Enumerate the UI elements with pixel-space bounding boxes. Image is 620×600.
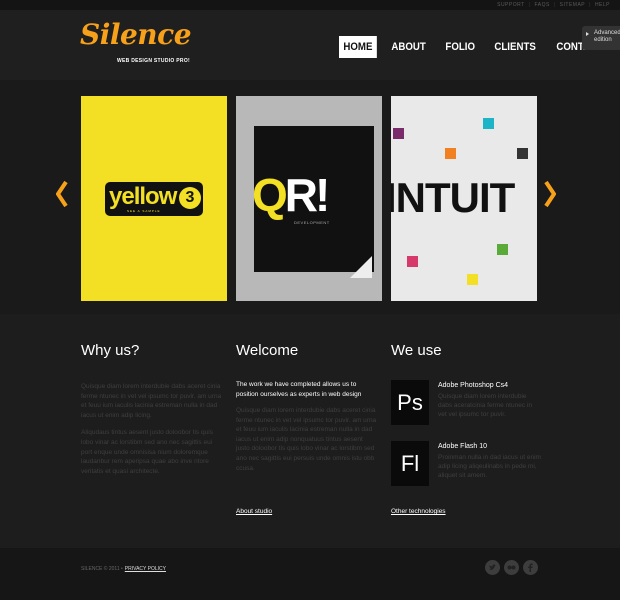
photoshop-icon: Ps	[391, 380, 429, 425]
chevron-right-icon	[544, 180, 557, 208]
we-use-column: We use	[391, 342, 541, 359]
why-us-column: Why us? Quisque diam lorem interdubie da…	[81, 342, 223, 476]
yellow-subtitle: SEE A SAMPLE	[127, 209, 161, 213]
deco-square	[393, 128, 404, 139]
yellow-number-badge: 3	[179, 187, 201, 209]
logo[interactable]: Silence	[80, 18, 192, 51]
tech-title: Adobe Photoshop Cs4	[438, 382, 509, 389]
slider-next-button[interactable]	[544, 180, 557, 208]
top-link-sitemap[interactable]: SITEMAP	[560, 2, 585, 8]
about-studio-link[interactable]: About studio	[236, 508, 272, 515]
copyright: SILENCE © 2011 • PRIVACY POLICY	[81, 566, 166, 572]
slider-prev-button[interactable]	[55, 180, 68, 208]
top-link-faqs[interactable]: FAQS	[535, 2, 550, 8]
why-us-paragraph-1: Quisque diam lorem interdubie dabs acere…	[81, 383, 222, 419]
top-link-support[interactable]: SUPPORT	[497, 2, 525, 8]
nav-folio[interactable]: FOLIO	[441, 36, 479, 58]
welcome-title: Welcome	[236, 342, 299, 359]
nav-clients[interactable]: CLIENTS	[490, 36, 540, 58]
logo-tagline: WEB DESIGN STUDIO PRO!	[117, 58, 190, 64]
deco-square	[497, 244, 508, 255]
we-use-title: We use	[391, 342, 442, 359]
slide-intuit[interactable]: INTUIT	[391, 96, 537, 301]
welcome-lead: The work we have completed allows us to …	[236, 381, 362, 398]
deco-square	[445, 148, 456, 159]
yellow-logo-text: yellow	[109, 183, 177, 210]
advanced-edition-tab[interactable]: Advanced edition	[582, 26, 620, 50]
facebook-icon[interactable]	[523, 560, 538, 575]
intuit-logo-text: INTUIT	[391, 174, 515, 221]
other-technologies-link[interactable]: Other technologies	[391, 508, 446, 515]
twitter-icon[interactable]	[485, 560, 500, 575]
chevron-left-icon	[55, 180, 68, 208]
deco-square	[483, 118, 494, 129]
slide-qr[interactable]: QR! DEVELOPMENT	[236, 96, 382, 301]
deco-square	[407, 256, 418, 267]
advanced-label: Advanced	[594, 30, 620, 36]
flickr-icon[interactable]	[504, 560, 519, 575]
tech-title: Adobe Flash 10	[438, 443, 488, 450]
welcome-paragraph: Quisque diam lorem interdubie dabs acere…	[236, 407, 377, 472]
top-links: SUPPORT | FAQS | SITEMAP | HELP	[497, 2, 610, 8]
play-icon	[586, 32, 589, 36]
top-link-help[interactable]: HELP	[595, 2, 610, 8]
why-us-title: Why us?	[81, 342, 140, 359]
welcome-column: Welcome The work we have completed allow…	[236, 342, 378, 473]
tech-description: Proinman nulla in dad iacus ut enim adip…	[438, 454, 541, 479]
main-nav: HOME ABOUT FOLIO CLIENTS CONTACTS	[339, 36, 620, 58]
deco-square	[467, 274, 478, 285]
tech-description: Quisque diam lorem interdubie dabs acera…	[438, 393, 532, 418]
slide-yellow[interactable]: yellow 3 SEE A SAMPLE	[81, 96, 227, 301]
qr-logo-text: QR!	[252, 169, 330, 221]
deco-square	[517, 148, 528, 159]
edition-label: edition	[594, 37, 612, 43]
copyright-text: SILENCE © 2011 •	[81, 566, 123, 572]
why-us-paragraph-2: Aliqudaus tintus aesent justo doloobor t…	[81, 429, 213, 475]
nav-about[interactable]: ABOUT	[387, 36, 430, 58]
flash-icon: Fl	[391, 441, 429, 486]
qr-subtitle: DEVELOPMENT	[294, 220, 330, 225]
privacy-policy-link[interactable]: PRIVACY POLICY	[125, 566, 166, 572]
nav-home[interactable]: HOME	[339, 36, 377, 58]
